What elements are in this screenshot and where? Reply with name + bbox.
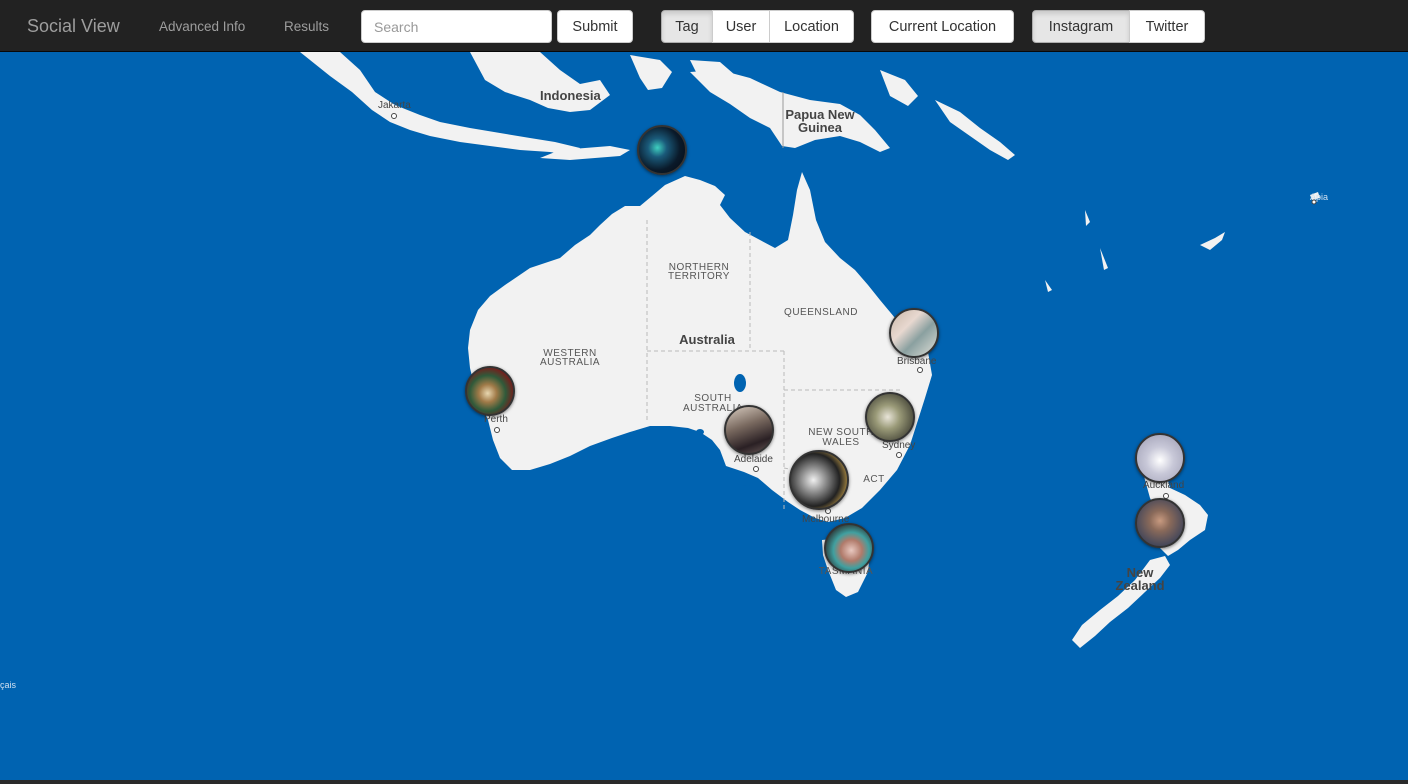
brand-title[interactable]: Social View [27,16,120,37]
photo-marker-darwin[interactable] [637,125,687,175]
label-act: ACT [863,474,885,485]
photo-marker-tasmania[interactable] [824,523,874,573]
search-input[interactable] [361,10,552,43]
search-type-user-button[interactable]: User [712,10,770,43]
source-twitter-button[interactable]: Twitter [1129,10,1205,43]
label-indonesia: Indonesia [540,88,601,103]
label-brisbane: Brisbane [897,356,937,367]
label-western-australia-2: AUSTRALIA [539,357,601,368]
label-northern-territory-2: TERRITORY [668,271,730,282]
submit-button[interactable]: Submit [557,10,633,43]
label-apia: Apia [1310,192,1329,202]
current-location-button[interactable]: Current Location [871,10,1014,43]
label-nsw-2: WALES [822,437,860,448]
label-australia: Australia [679,332,735,347]
photo-marker-perth[interactable] [465,366,515,416]
label-left-edge: çais [0,680,17,690]
label-papua-new-guinea-2: Guinea [797,120,843,135]
photo-marker-auckland[interactable] [1135,433,1185,483]
source-instagram-button[interactable]: Instagram [1032,10,1130,43]
nav-link-advanced-info[interactable]: Advanced Info [159,19,245,34]
search-type-location-button[interactable]: Location [769,10,854,43]
map-canvas[interactable]: Indonesia Jakarta Papua New Guinea Apia … [0,52,1408,780]
photo-marker-adelaide[interactable] [724,405,774,455]
label-queensland: QUEENSLAND [784,307,858,318]
label-adelaide: Adelaide [734,454,773,465]
label-new-zealand-2: Zealand [1115,578,1165,593]
photo-marker-sydney[interactable] [865,392,915,442]
label-sydney: Sydney [882,440,916,451]
map-land-layer [300,52,1320,648]
label-jakarta: Jakarta [378,100,411,111]
photo-marker-melbourne[interactable] [789,450,849,510]
bottom-results-strip [0,780,1408,784]
photo-marker-brisbane[interactable] [889,308,939,358]
label-perth: Perth [484,414,508,425]
search-type-tag-button[interactable]: Tag [661,10,713,43]
nav-link-results[interactable]: Results [284,19,329,34]
top-navbar: Social View Advanced Info Results Submit… [0,0,1408,52]
photo-marker-new-zealand[interactable] [1135,498,1185,548]
